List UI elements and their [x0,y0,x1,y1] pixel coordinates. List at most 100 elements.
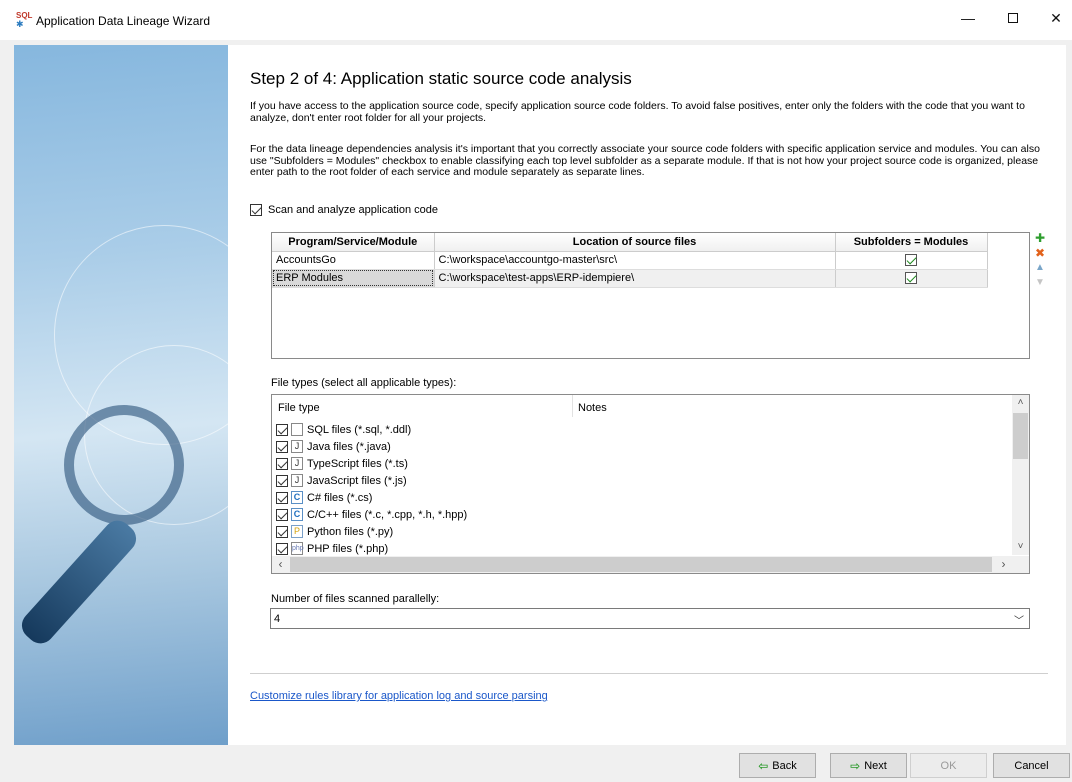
next-label: Next [864,759,887,772]
back-label: Back [772,759,797,772]
window-title: Application Data Lineage Wizard [36,14,211,28]
list-item[interactable]: SQL files (*.sql, *.ddl) [276,421,467,438]
scroll-left-icon[interactable]: ‹ [272,556,289,573]
file-type-label: SQL files (*.sql, *.ddl) [307,423,412,436]
file-type-label: Java files (*.java) [307,440,391,453]
file-type-label: Python files (*.py) [307,525,394,538]
file-types-list[interactable]: File type Notes SQL files (*.sql, *.ddl)… [271,394,1030,574]
scan-checkbox-label: Scan and analyze application code [268,204,439,216]
location-cell[interactable]: C:\workspace\test-apps\ERP-idempiere\ [434,269,836,288]
wizard-content: Step 2 of 4: Application static source c… [228,45,1066,745]
column-header-notes[interactable]: Notes [578,402,607,414]
intro-paragraph: If you have access to the application so… [250,100,1025,124]
file-type-label: C# files (*.cs) [307,491,373,504]
java-file-icon: J [291,440,303,453]
scrollbar-thumb[interactable] [290,557,992,572]
list-item[interactable]: J JavaScript files (*.js) [276,472,467,489]
parallel-value: 4 [274,613,281,625]
file-type-checkbox[interactable] [276,457,288,470]
parallel-select[interactable]: 4 ﹀ [270,608,1030,629]
column-divider [572,395,573,417]
sql-file-icon [291,423,303,436]
arrow-left-icon: ⇦ [758,758,769,773]
csharp-file-icon: C [291,491,303,504]
list-item[interactable]: C C# files (*.cs) [276,489,467,506]
move-down-icon: ▼ [1035,277,1045,288]
file-type-checkbox[interactable] [276,423,288,436]
subfolders-cell[interactable] [835,269,988,288]
module-cell[interactable]: ERP Modules [272,269,435,288]
next-button[interactable]: ⇨ Next [830,753,907,778]
file-type-checkbox[interactable] [276,542,288,555]
list-item[interactable]: J TypeScript files (*.ts) [276,455,467,472]
php-file-icon: php [291,542,304,555]
file-type-label: PHP files (*.php) [307,542,389,555]
list-item[interactable]: J Java files (*.java) [276,438,467,455]
scroll-right-icon[interactable]: › [995,556,1012,573]
javascript-file-icon: J [291,474,303,487]
location-cell[interactable]: C:\workspace\accountgo-master\src\ [434,251,836,270]
ok-label: OK [940,759,957,772]
file-type-checkbox[interactable] [276,491,288,504]
table-row[interactable]: ERP Modules C:\workspace\test-apps\ERP-i… [272,269,988,288]
scroll-down-icon[interactable]: ˅ [1012,539,1029,555]
file-type-checkbox[interactable] [276,508,288,521]
ok-button: OK [910,753,987,778]
cancel-label: Cancel [1014,759,1049,772]
list-item[interactable]: P Python files (*.py) [276,523,467,540]
file-type-checkbox[interactable] [276,474,288,487]
vertical-scrollbar[interactable]: ˄ ˅ [1012,395,1029,555]
back-button[interactable]: ⇦ Back [739,753,816,778]
file-type-checkbox[interactable] [276,525,288,538]
subfolders-checkbox[interactable] [905,254,917,267]
grid-header: Program/Service/Module Location of sourc… [272,233,988,252]
scrollbar-thumb[interactable] [1013,413,1028,459]
scan-checkbox[interactable] [250,204,262,216]
customize-rules-link[interactable]: Customize rules library for application … [250,690,548,702]
column-header-location[interactable]: Location of source files [434,233,836,252]
move-up-icon[interactable]: ▲ [1034,262,1046,274]
column-header-subfolders[interactable]: Subfolders = Modules [835,233,988,252]
file-types-label: File types (select all applicable types)… [271,377,457,389]
magnifier-lens [64,405,184,525]
table-row[interactable]: AccountsGo C:\workspace\accountgo-master… [272,251,988,270]
maximize-button[interactable] [993,0,1033,36]
close-icon: ✕ [1050,9,1062,26]
close-button[interactable]: ✕ [1036,0,1072,36]
maximize-icon [1008,13,1018,23]
delete-row-icon[interactable]: ✖ [1034,247,1046,259]
chevron-down-icon[interactable]: ﹀ [1014,612,1024,627]
parallel-label: Number of files scanned parallelly: [271,593,440,605]
cancel-button[interactable]: Cancel [993,753,1070,778]
source-folders-grid[interactable]: Program/Service/Module Location of sourc… [271,232,1030,359]
cpp-file-icon: C [291,508,303,521]
grid-toolbar: ✚ ✖ ▲ ▼ [1034,232,1048,292]
typescript-file-icon: J [291,457,303,470]
scroll-up-icon[interactable]: ˄ [1012,395,1029,411]
file-type-checkbox[interactable] [276,440,288,453]
wizard-side-image [14,45,228,745]
title-bar: SQL ✱ Application Data Lineage Wizard — ✕ [0,0,1072,40]
minimize-icon: — [961,10,975,26]
magnifier-handle [16,514,142,650]
python-file-icon: P [291,525,303,538]
list-item[interactable]: C C/C++ files (*.c, *.cpp, *.h, *.hpp) [276,506,467,523]
column-header-file-type[interactable]: File type [278,402,320,414]
list-item[interactable]: php PHP files (*.php) [276,540,467,557]
minimize-button[interactable]: — [948,0,988,36]
file-type-label: C/C++ files (*.c, *.cpp, *.h, *.hpp) [307,508,468,521]
step-title: Step 2 of 4: Application static source c… [250,69,632,88]
module-cell[interactable]: AccountsGo [272,251,435,270]
add-row-icon[interactable]: ✚ [1034,232,1046,244]
column-header-module[interactable]: Program/Service/Module [272,233,435,252]
arrow-right-icon: ⇨ [850,758,861,773]
app-icon: SQL ✱ [16,11,33,29]
file-type-label: TypeScript files (*.ts) [307,457,408,470]
horizontal-scrollbar[interactable]: ‹ › [272,556,1029,573]
subfolders-cell[interactable] [835,251,988,270]
file-types-header: File type Notes [272,395,1012,417]
subfolders-checkbox[interactable] [905,272,917,285]
scan-checkbox-row[interactable]: Scan and analyze application code [250,204,438,216]
divider [250,673,1048,674]
file-type-label: JavaScript files (*.js) [307,474,407,487]
